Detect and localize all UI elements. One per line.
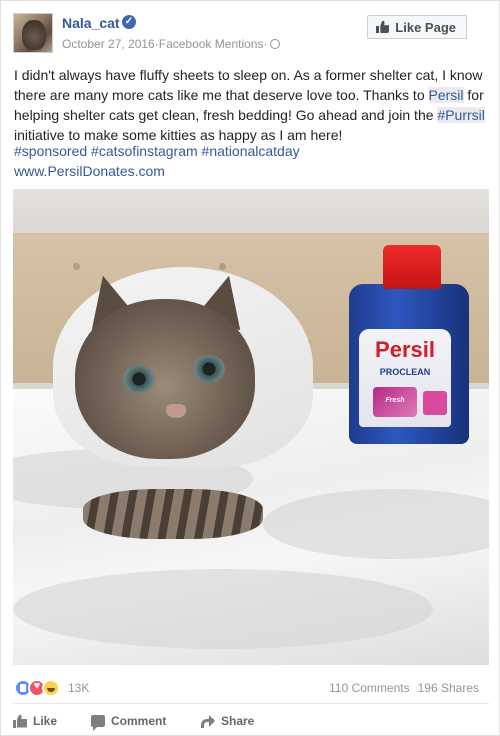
- facebook-post-card: Nala_cat ✓ October 27, 2016 · Facebook M…: [0, 0, 500, 736]
- post-meta: October 27, 2016 · Facebook Mentions ·: [62, 36, 281, 51]
- haha-reaction-icon: [42, 679, 60, 697]
- bottle-secondary-badge: [423, 391, 447, 415]
- headboard-tuft: [73, 263, 80, 270]
- comment-bubble-icon: [91, 715, 105, 731]
- share-label: Share: [221, 714, 255, 728]
- thumbs-up-icon: [376, 21, 389, 33]
- cat-eye-right: [193, 355, 225, 383]
- page-name-link[interactable]: Nala_cat: [62, 15, 120, 31]
- actions-divider: [13, 703, 489, 704]
- globe-icon[interactable]: [270, 38, 281, 49]
- share-arrow-icon: [201, 715, 215, 728]
- share-button[interactable]: Share: [201, 709, 254, 733]
- cat-eye-left: [123, 365, 155, 393]
- verified-badge-icon: ✓: [122, 15, 136, 29]
- post-source[interactable]: Facebook Mentions: [159, 37, 264, 51]
- bottle-brand-text: Persil: [375, 337, 435, 362]
- thumbs-up-icon: [13, 715, 27, 728]
- cat-nose: [166, 404, 186, 418]
- bottle-product-line: PROCLEAN: [379, 367, 431, 377]
- like-page-button[interactable]: Like Page: [367, 15, 467, 39]
- avatar-cat-photo: [22, 20, 46, 50]
- headboard-tuft: [219, 263, 226, 270]
- post-photo[interactable]: Persil PROCLEAN Fresh: [13, 189, 489, 665]
- comments-count[interactable]: 110 Comments: [329, 681, 409, 695]
- bottle-scent-badge: Fresh: [373, 387, 417, 417]
- sheet-fold: [13, 569, 433, 649]
- bottle-cap: [383, 245, 441, 289]
- post-text: I didn't always have fluffy sheets to sl…: [14, 65, 490, 145]
- engagement-counts: 110 Comments 196 Shares: [329, 681, 479, 695]
- reaction-count[interactable]: 13K: [68, 681, 89, 695]
- post-date[interactable]: October 27, 2016: [62, 37, 155, 51]
- persil-donates-url[interactable]: www.PersilDonates.com: [14, 161, 165, 181]
- purrsil-hashtag-link[interactable]: #Purrsil: [437, 107, 485, 123]
- post-actions-bar: Like Comment Share: [13, 709, 489, 733]
- comment-button[interactable]: Comment: [91, 709, 166, 733]
- post-text-part1: I didn't always have fluffy sheets to sl…: [14, 67, 483, 103]
- meta-separator: ·: [263, 36, 268, 51]
- shares-count[interactable]: 196 Shares: [418, 681, 479, 695]
- cat-head: [75, 299, 255, 459]
- like-button[interactable]: Like: [13, 709, 57, 733]
- like-label: Like: [33, 714, 58, 728]
- cat-paw: [83, 489, 263, 539]
- reaction-summary[interactable]: 13K: [14, 679, 89, 697]
- page-avatar[interactable]: [13, 13, 53, 53]
- comment-label: Comment: [111, 714, 167, 728]
- persil-link[interactable]: Persil: [428, 87, 464, 103]
- like-page-label: Like Page: [395, 19, 456, 35]
- hashtags-line[interactable]: #sponsored #catsofinstagram #nationalcat…: [14, 141, 300, 161]
